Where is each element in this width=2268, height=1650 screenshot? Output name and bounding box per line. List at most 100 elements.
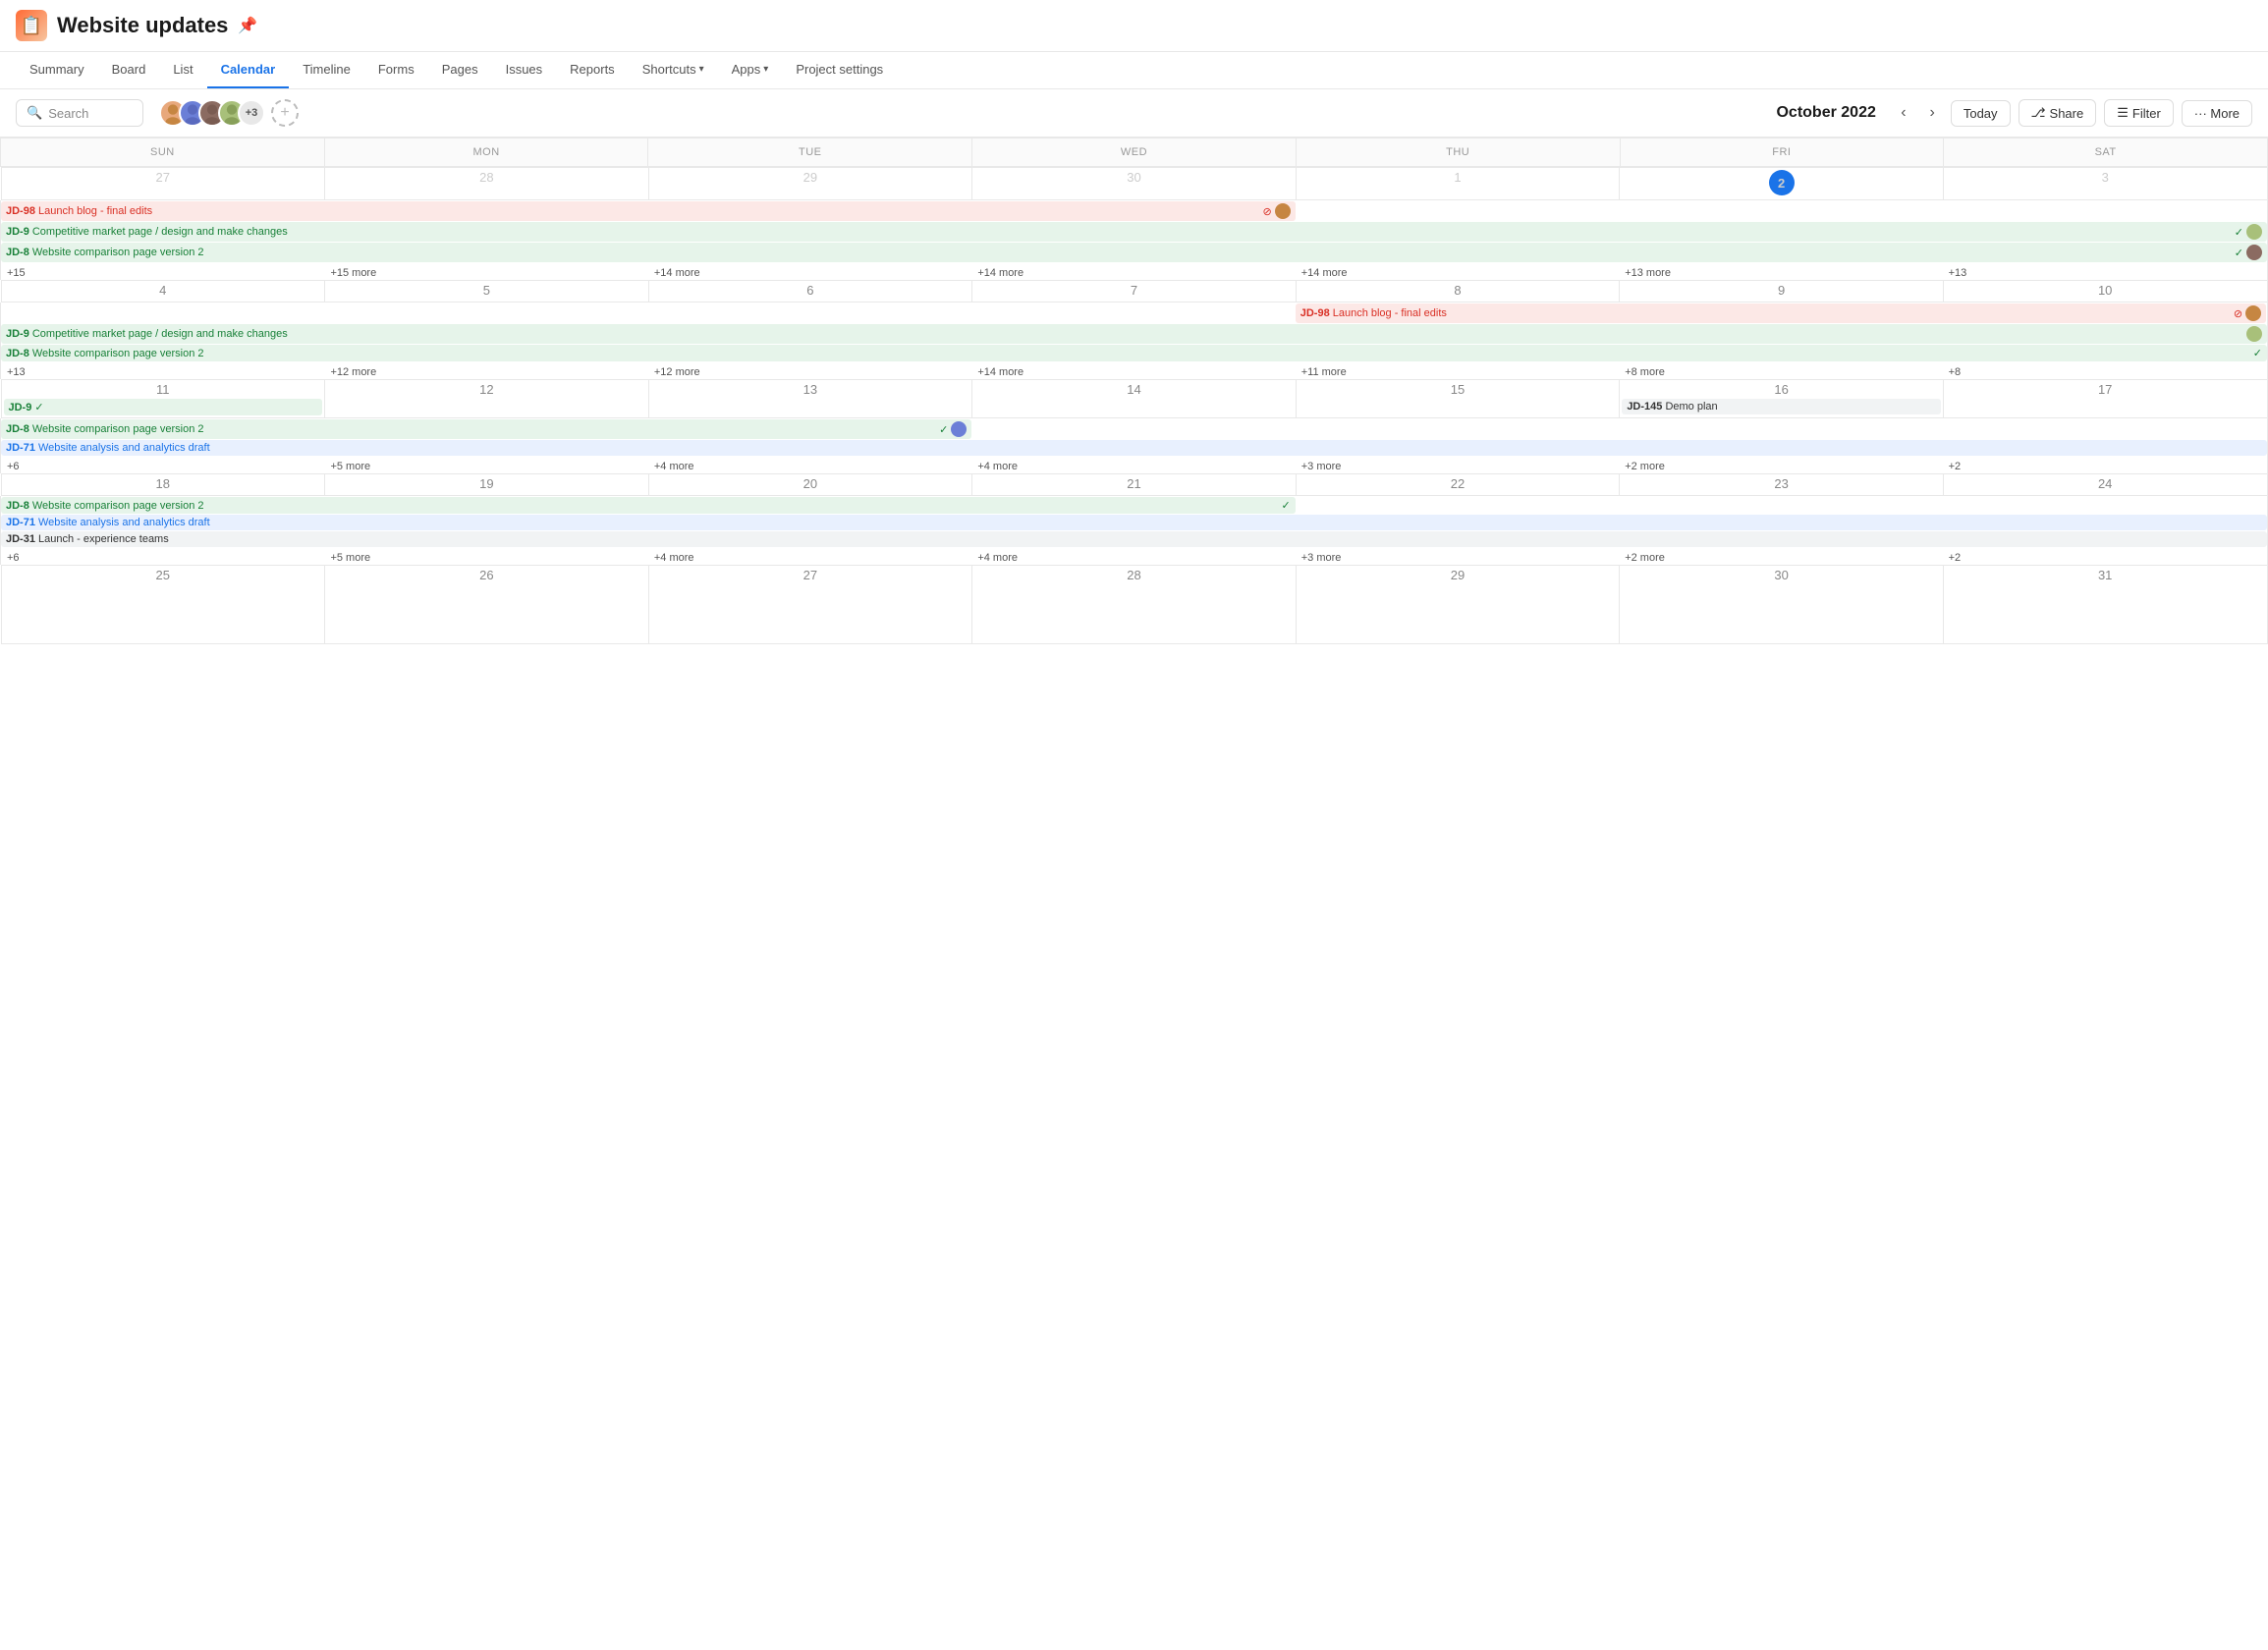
more-link[interactable]: +11 more (1298, 364, 1351, 380)
pin-icon[interactable]: 📌 (238, 16, 257, 35)
more-link[interactable]: +13 more (1621, 265, 1675, 281)
more-link[interactable]: +2 more (1621, 459, 1669, 474)
day-11[interactable]: 11 JD-9 ✓ (1, 380, 325, 418)
day-10[interactable]: 10 (1943, 281, 2267, 302)
tab-calendar[interactable]: Calendar (207, 52, 290, 88)
today-button[interactable]: Today (1951, 100, 2011, 127)
day-19[interactable]: 19 (325, 474, 649, 496)
day-27-sep[interactable]: 27 (1, 168, 325, 200)
day-22[interactable]: 22 (1296, 474, 1620, 496)
event-jd98-week1[interactable]: JD-98 Launch blog - final edits ⊘ (1, 201, 1296, 221)
day-28-oct[interactable]: 28 (972, 566, 1297, 644)
tab-forms[interactable]: Forms (364, 52, 428, 88)
day-16[interactable]: 16 JD-145 Demo plan (1620, 380, 1944, 418)
event-jd98-week2[interactable]: JD-98 Launch blog - final edits ⊘ (1296, 303, 2266, 323)
prev-month-button[interactable]: ‹ (1893, 100, 1913, 126)
more-link[interactable]: +8 (1945, 364, 1965, 380)
more-link[interactable]: +12 more (650, 364, 704, 380)
tab-board[interactable]: Board (98, 52, 160, 88)
day-31[interactable]: 31 (1943, 566, 2267, 644)
more-link[interactable]: +14 more (650, 265, 704, 281)
event-jd145[interactable]: JD-145 Demo plan (1622, 399, 1941, 414)
day-18[interactable]: 18 (1, 474, 325, 496)
event-jd31-week4[interactable]: JD-31 Launch - experience teams (1, 531, 2267, 547)
day-12[interactable]: 12 (325, 380, 649, 418)
day-30-sep[interactable]: 30 (972, 168, 1297, 200)
day-24[interactable]: 24 (1943, 474, 2267, 496)
day-6[interactable]: 6 (648, 281, 972, 302)
more-link[interactable]: +15 (3, 265, 29, 281)
more-link[interactable]: +6 (3, 550, 24, 566)
more-link[interactable]: +14 more (973, 265, 1027, 281)
more-link[interactable]: +6 (3, 459, 24, 474)
day-23[interactable]: 23 (1620, 474, 1944, 496)
event-jd8-week3[interactable]: JD-8 Website comparison page version 2 ✓ (1, 419, 971, 439)
more-link[interactable]: +5 more (326, 459, 374, 474)
event-jd8-week4[interactable]: JD-8 Website comparison page version 2 ✓ (1, 497, 1296, 514)
more-link[interactable]: +13 (1945, 265, 1971, 281)
event-jd71-week3[interactable]: JD-71 Website analysis and analytics dra… (1, 440, 2267, 456)
day-30-oct[interactable]: 30 (1620, 566, 1944, 644)
day-14[interactable]: 14 (972, 380, 1297, 418)
event-jd71-week4[interactable]: JD-71 Website analysis and analytics dra… (1, 515, 2267, 530)
day-cell[interactable]: 27 28 29 30 1 (1, 167, 2268, 201)
day-27-oct[interactable]: 27 (648, 566, 972, 644)
more-link[interactable]: +8 more (1621, 364, 1669, 380)
event-jd8-week1[interactable]: JD-8 Website comparison page version 2 ✓ (1, 243, 2267, 262)
tab-reports[interactable]: Reports (556, 52, 629, 88)
more-link[interactable]: +14 more (1298, 265, 1352, 281)
tab-apps[interactable]: Apps ▾ (718, 52, 783, 88)
day-5[interactable]: 5 (325, 281, 649, 302)
event-jd8-week2[interactable]: JD-8 Website comparison page version 2 ✓ (1, 345, 2267, 361)
day-9[interactable]: 9 (1620, 281, 1944, 302)
more-link[interactable]: +2 (1945, 459, 1965, 474)
day-15[interactable]: 15 (1296, 380, 1620, 418)
more-button[interactable]: ··· More (2182, 100, 2252, 127)
day-25[interactable]: 25 (1, 566, 325, 644)
day-13[interactable]: 13 (648, 380, 972, 418)
more-link[interactable]: +14 more (973, 364, 1027, 380)
day-1-oct[interactable]: 1 (1296, 168, 1620, 200)
day-28-sep[interactable]: 28 (325, 168, 649, 200)
more-link[interactable]: +12 more (326, 364, 380, 380)
event-jd9-week1[interactable]: JD-9 Competitive market page / design an… (1, 222, 2267, 242)
more-link[interactable]: +4 more (650, 550, 698, 566)
day-20[interactable]: 20 (648, 474, 972, 496)
day-8[interactable]: 8 (1296, 281, 1620, 302)
tab-project-settings[interactable]: Project settings (782, 52, 897, 88)
day-3-oct[interactable]: 3 (1943, 168, 2267, 200)
event-jd9-day11[interactable]: JD-9 ✓ (4, 399, 323, 415)
more-link[interactable]: +4 more (973, 550, 1022, 566)
day-4[interactable]: 4 (1, 281, 325, 302)
tab-shortcuts[interactable]: Shortcuts ▾ (629, 52, 718, 88)
tab-pages[interactable]: Pages (428, 52, 492, 88)
search-box[interactable]: 🔍 Search (16, 99, 143, 127)
day-26[interactable]: 26 (325, 566, 649, 644)
share-button[interactable]: ⎇ Share (2019, 99, 2097, 127)
next-month-button[interactable]: › (1922, 100, 1943, 126)
more-link[interactable]: +5 more (326, 550, 374, 566)
day-7[interactable]: 7 (972, 281, 1297, 302)
avatars-extra-count[interactable]: +3 (238, 99, 265, 127)
day-17[interactable]: 17 (1943, 380, 2267, 418)
more-link[interactable]: +4 more (650, 459, 698, 474)
tab-list[interactable]: List (159, 52, 206, 88)
day-29-oct[interactable]: 29 (1296, 566, 1620, 644)
filter-button[interactable]: ☰ Filter (2104, 99, 2174, 127)
tab-issues[interactable]: Issues (492, 52, 557, 88)
event-jd9-week2[interactable]: JD-9 Competitive market page / design an… (1, 324, 2267, 344)
more-link[interactable]: +3 more (1298, 550, 1346, 566)
more-link[interactable]: +2 more (1621, 550, 1669, 566)
tab-summary[interactable]: Summary (16, 52, 98, 88)
more-link[interactable]: +3 more (1298, 459, 1346, 474)
more-link[interactable]: +4 more (973, 459, 1022, 474)
calendar-container: SUN MON TUE WED THU FRI SAT 27 (0, 138, 2268, 644)
more-link[interactable]: +15 more (326, 265, 380, 281)
more-link[interactable]: +2 (1945, 550, 1965, 566)
add-member-button[interactable]: + (271, 99, 299, 127)
day-21[interactable]: 21 (972, 474, 1297, 496)
tab-timeline[interactable]: Timeline (289, 52, 364, 88)
day-29-sep[interactable]: 29 (648, 168, 972, 200)
day-2-oct[interactable]: 2 (1620, 168, 1944, 200)
more-link[interactable]: +13 (3, 364, 29, 380)
